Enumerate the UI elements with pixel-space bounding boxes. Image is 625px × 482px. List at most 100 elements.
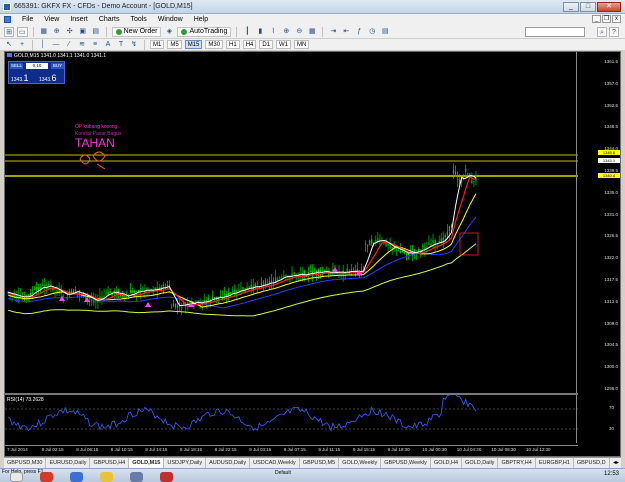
periods-icon[interactable]: ◷ — [367, 27, 377, 37]
chart-tab[interactable]: USDCAD,Weekly — [250, 458, 300, 468]
candle-body — [436, 244, 438, 246]
price-chart[interactable] — [5, 52, 578, 393]
new-chart-icon[interactable]: ⊞ — [4, 26, 14, 37]
chart-tab[interactable]: GBPUSD,Weekly — [381, 458, 431, 468]
search-input[interactable] — [525, 27, 585, 37]
timeframe-m15[interactable]: M15 — [184, 40, 203, 49]
time-axis-label: 8 Jul 02:15 — [41, 447, 64, 452]
search-icon[interactable]: ⌕ — [597, 27, 607, 37]
timeframe-m5[interactable]: M5 — [167, 40, 182, 49]
mdi-restore-button[interactable]: ❐ — [602, 15, 611, 23]
rsi-chart[interactable] — [5, 395, 578, 443]
market-watch-icon[interactable]: ▦ — [39, 27, 49, 37]
trendline-icon[interactable]: ⁄ — [64, 40, 74, 50]
horizontal-line-icon[interactable]: — — [51, 40, 61, 50]
maximize-button[interactable]: □ — [580, 2, 596, 12]
autoscroll-icon[interactable]: ⇥ — [328, 27, 338, 37]
candle-body — [142, 288, 144, 290]
zoom-out-icon[interactable]: ⊖ — [294, 27, 304, 37]
tile-windows-icon[interactable]: ▦ — [307, 27, 317, 37]
metaeditor-icon[interactable]: ◈ — [164, 27, 174, 37]
timeframe-mn[interactable]: MN — [294, 40, 310, 49]
chart-tab[interactable]: GOLD,H4 — [431, 458, 463, 468]
fibonacci-icon[interactable]: ≡ — [90, 40, 100, 50]
vertical-line-icon[interactable]: │ — [38, 40, 48, 50]
annotation-op[interactable]: OP kubang kosong — [75, 124, 117, 130]
lot-size-input[interactable]: 0.10 — [26, 63, 48, 69]
annotation-hold[interactable]: TAHAN — [75, 136, 115, 150]
menu-insert[interactable]: Insert — [70, 16, 88, 23]
data-window-icon[interactable]: ⊕ — [52, 27, 62, 37]
timeframe-h1[interactable]: H1 — [226, 40, 240, 49]
indicators-icon[interactable]: ƒ — [354, 27, 364, 37]
browser-icon[interactable] — [40, 472, 53, 482]
moving-average-fast — [7, 175, 477, 307]
menu-window[interactable]: Window — [158, 16, 183, 23]
cursor-icon[interactable]: ↖ — [4, 40, 14, 50]
tab-scroll-arrows[interactable]: ◂▸ — [613, 459, 619, 466]
buy-button[interactable]: BUY — [51, 63, 64, 69]
chart-tab[interactable]: GBPUSD,M30 — [4, 458, 47, 468]
templates-icon[interactable]: ▤ — [380, 27, 390, 37]
chart-tab[interactable]: GBPUSD,D — [574, 458, 610, 468]
navigator-icon[interactable]: ✣ — [65, 27, 75, 37]
menu-charts[interactable]: Charts — [99, 16, 120, 23]
strategy-tester-icon[interactable]: ▤ — [91, 27, 101, 37]
mdi-close-button[interactable]: x — [612, 15, 621, 23]
chart-tab[interactable]: GOLD,M15 — [129, 458, 165, 468]
chart-window[interactable]: GOLD,M15 1341.0 1341.1 1341.0 1341.1 SEL… — [4, 51, 621, 457]
menu-help[interactable]: Help — [194, 16, 208, 23]
chart-window-icon[interactable] — [4, 16, 11, 23]
candle-body — [170, 307, 173, 309]
help-icon[interactable]: ? — [609, 27, 619, 37]
candle-body — [234, 289, 236, 296]
terminal-icon[interactable]: ▣ — [78, 27, 88, 37]
explorer-icon[interactable] — [100, 472, 113, 482]
time-axis-label: 10 Jul 00:30 — [422, 447, 447, 452]
minimize-button[interactable]: _ — [563, 2, 579, 12]
candlestick-icon[interactable]: ▮ — [255, 27, 265, 37]
crosshair-icon[interactable]: + — [17, 40, 27, 50]
profiles-icon[interactable]: ▭ — [17, 26, 28, 37]
menu-tools[interactable]: Tools — [130, 16, 146, 23]
price-axis[interactable]: 1361.5 1357.0 1352.5 1348.5 1344.0 1339.5 1335… — [576, 52, 620, 393]
candle-body — [401, 251, 403, 253]
mdi-minimize-button[interactable]: _ — [592, 15, 601, 23]
new-order-button[interactable]: New Order — [111, 26, 162, 37]
bar-chart-icon[interactable]: ┃ — [242, 27, 252, 37]
terminal-task-icon[interactable] — [130, 472, 143, 482]
chart-tab[interactable]: GBPTRY,H4 — [498, 458, 536, 468]
close-button[interactable]: ✕ — [597, 2, 621, 12]
chart-tab[interactable]: GOLD,Weekly — [339, 458, 382, 468]
subwindow-divider[interactable] — [5, 393, 578, 395]
timeframe-w1[interactable]: W1 — [276, 40, 292, 49]
ie-icon[interactable] — [70, 472, 83, 482]
start-button-icon[interactable] — [10, 472, 23, 482]
text-icon[interactable]: A — [103, 40, 113, 50]
chart-tab[interactable]: EURUSD,Daily — [46, 458, 91, 468]
sell-button[interactable]: SELL — [10, 63, 23, 69]
chart-tab[interactable]: GOLD,Daily — [462, 458, 499, 468]
chart-tab[interactable]: USDJPY,Daily — [164, 458, 207, 468]
label-icon[interactable]: T — [116, 40, 126, 50]
chart-tab[interactable]: GBPUSD,H4 — [90, 458, 130, 468]
app-task-icon[interactable] — [160, 472, 173, 482]
candle-body — [260, 283, 262, 286]
menu-view[interactable]: View — [44, 16, 59, 23]
time-axis-label: 9 Jul 07:15 — [283, 447, 306, 452]
price-axis-label: 1300.0 — [604, 364, 618, 370]
autotrading-button[interactable]: AutoTrading — [177, 26, 232, 37]
channel-icon[interactable]: ≋ — [77, 40, 87, 50]
chart-tab[interactable]: AUDUSD,Daily — [206, 458, 251, 468]
chart-tab[interactable]: GBPUSD,M5 — [300, 458, 340, 468]
timeframe-h4[interactable]: H4 — [242, 40, 257, 49]
timeframe-m1[interactable]: M1 — [150, 40, 165, 49]
arrows-icon[interactable]: ↯ — [129, 40, 139, 50]
chart-tab[interactable]: EURGBP,H1 — [536, 458, 574, 468]
timeframe-d1[interactable]: D1 — [259, 40, 274, 49]
line-chart-icon[interactable]: ⌇ — [268, 27, 278, 37]
timeframe-m30[interactable]: M30 — [205, 40, 224, 49]
chart-shift-icon[interactable]: ⇤ — [341, 27, 351, 37]
menu-file[interactable]: File — [22, 16, 33, 23]
zoom-in-icon[interactable]: ⊕ — [281, 27, 291, 37]
